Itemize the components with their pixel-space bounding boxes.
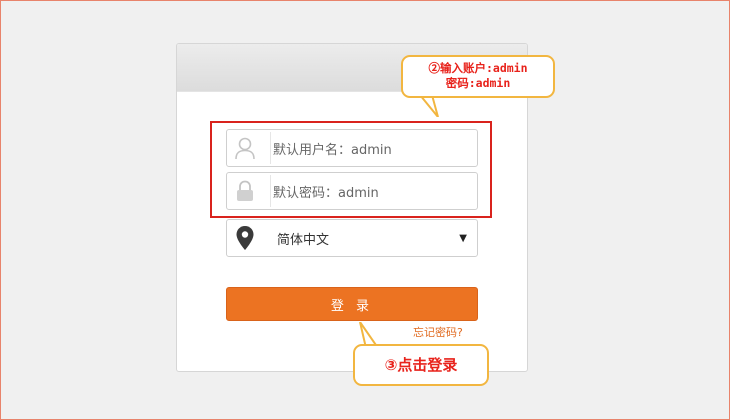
forgot-password-link[interactable]: 忘记密码? [413, 324, 463, 340]
step2-line2: 密码:admin [445, 76, 511, 90]
callout-tail [418, 95, 439, 117]
language-select[interactable]: 简体中文 ▼ [226, 219, 478, 257]
caret-down-icon: ▼ [459, 232, 467, 244]
login-button[interactable]: 登 录 [226, 287, 478, 321]
step2-callout: ②输入账户:admin 密码:admin [401, 55, 555, 98]
credentials-highlight-box [210, 121, 492, 218]
step3-callout: ③点击登录 [353, 344, 489, 386]
step2-line1: ②输入账户:admin [428, 61, 528, 75]
language-value: 简体中文 [277, 232, 330, 248]
step3-label: ③点击登录 [384, 356, 458, 374]
location-pin-icon [227, 220, 263, 256]
